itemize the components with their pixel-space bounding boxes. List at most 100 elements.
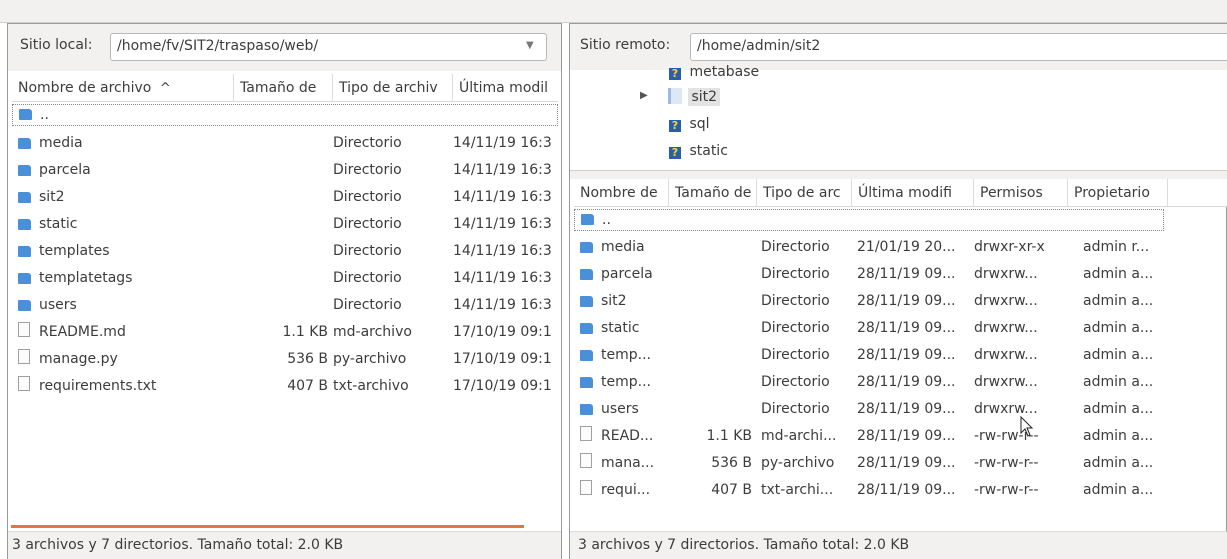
remote-file-row[interactable]: static Directorio 28/11/19 09... drwxrw... a…: [574, 315, 1164, 342]
local-file-header: Nombre de archivo ^ Tamaño de Tipo de ar…: [12, 74, 558, 102]
file-modified: 28/11/19 09...: [857, 266, 956, 282]
file-name: users: [39, 297, 77, 313]
file-owner: admin a...: [1083, 401, 1154, 417]
local-col-type[interactable]: Tipo de archiv: [333, 74, 453, 102]
file-type: py-archivo: [761, 455, 835, 471]
file-permissions: drwxrw...: [974, 320, 1038, 336]
file-name: manage.py: [39, 351, 118, 367]
file-type: Directorio: [333, 270, 402, 286]
local-file-row[interactable]: parcela Directorio 14/11/19 16:3: [12, 157, 558, 184]
remote-col-owner[interactable]: Propietario: [1068, 179, 1168, 207]
tree-item-static[interactable]: ? static: [669, 138, 728, 165]
local-file-row[interactable]: static Directorio 14/11/19 16:3: [12, 211, 558, 238]
file-name: sit2: [39, 189, 65, 205]
file-type: Directorio: [761, 401, 830, 417]
file-modified: 17/10/19 09:1: [453, 378, 552, 394]
remote-file-row[interactable]: sit2 Directorio 28/11/19 09... drwxrw... adm…: [574, 288, 1164, 315]
file-owner: admin a...: [1083, 374, 1154, 390]
file-modified: 17/10/19 09:1: [453, 324, 552, 340]
file-modified: 28/11/19 09...: [857, 455, 956, 471]
local-site-label: Sitio local:: [20, 37, 93, 53]
remote-col-perms[interactable]: Permisos: [974, 179, 1068, 207]
file-type: Directorio: [761, 239, 830, 255]
file-name: temp...: [601, 374, 651, 390]
remote-file-row[interactable]: mana... 536 B py-archivo 28/11/19 09... -rw-…: [574, 450, 1164, 477]
remote-path-input[interactable]: /home/admin/sit2: [690, 33, 1227, 61]
file-size: 1.1 KB: [282, 324, 329, 340]
tree-item-sql[interactable]: ? sql: [669, 111, 710, 138]
tree-item-sit2[interactable]: sit2: [668, 84, 721, 111]
remote-status-text: 3 archivos y 7 directorios. Tamaño total…: [578, 537, 910, 553]
file-modified: 28/11/19 09...: [857, 428, 956, 444]
file-modified: 21/01/19 20...: [857, 239, 956, 255]
remote-file-row[interactable]: users Directorio 28/11/19 09... drwxrw... ad…: [574, 396, 1164, 423]
remote-file-row[interactable]: READ... 1.1 KB md-archi... 28/11/19 09... -r…: [574, 423, 1164, 450]
file-modified: 14/11/19 16:3: [453, 162, 552, 178]
file-owner: admin a...: [1083, 347, 1154, 363]
remote-file-row[interactable]: parcela Directorio 28/11/19 09... drwxrw...…: [574, 261, 1164, 288]
folder-icon: [18, 246, 31, 257]
file-permissions: drwxrw...: [974, 266, 1038, 282]
remote-file-row[interactable]: media Directorio 21/01/19 20... drwxr-xr-x a…: [574, 234, 1164, 261]
folder-icon: [580, 242, 593, 253]
local-file-row[interactable]: templatetags Directorio 14/11/19 16:3: [12, 265, 558, 292]
remote-col-modified[interactable]: Última modifi: [852, 179, 974, 207]
remote-file-row[interactable]: temp... Directorio 28/11/19 09... drwxrw...…: [574, 342, 1164, 369]
remote-col-type[interactable]: Tipo de arc: [757, 179, 852, 207]
remote-col-name[interactable]: Nombre de: [574, 179, 669, 207]
local-file-row[interactable]: requirements.txt 407 B txt-archivo 17/10/19…: [12, 373, 558, 400]
top-splitter[interactable]: [0, 0, 1227, 23]
local-col-modified[interactable]: Última modil: [453, 74, 558, 102]
file-type: Directorio: [761, 347, 830, 363]
folder-icon: [580, 377, 593, 388]
local-file-row[interactable]: media Directorio 14/11/19 16:3: [12, 130, 558, 157]
remote-file-row[interactable]: temp... Directorio 28/11/19 09... drwxrw...…: [574, 369, 1164, 396]
file-owner: admin r...: [1083, 239, 1150, 255]
file-modified: 28/11/19 09...: [857, 320, 956, 336]
file-size: 1.1 KB: [706, 428, 753, 444]
file-name: parcela: [601, 266, 653, 282]
remote-file-row[interactable]: ..: [574, 209, 1164, 231]
remote-tree-splitter[interactable]: [570, 171, 1227, 179]
tree-item-label: sql: [689, 116, 710, 132]
local-col-name[interactable]: Nombre de archivo ^: [12, 74, 234, 102]
file-modified: 14/11/19 16:3: [453, 297, 552, 313]
local-file-row[interactable]: manage.py 536 B py-archivo 17/10/19 09:1: [12, 346, 558, 373]
mouse-cursor-icon: [1020, 416, 1034, 437]
file-modified: 14/11/19 16:3: [453, 270, 552, 286]
file-modified: 14/11/19 16:3: [453, 135, 552, 151]
folder-icon: [581, 214, 594, 225]
local-path-input[interactable]: /home/fv/SIT2/traspaso/web/: [110, 33, 547, 61]
file-permissions: drwxrw...: [974, 293, 1038, 309]
folder-icon: [580, 404, 593, 415]
file-name: requi...: [601, 482, 651, 498]
file-name: mana...: [601, 455, 655, 471]
expand-arrow-icon[interactable]: ▶: [640, 90, 648, 101]
file-permissions: drwxrw...: [974, 347, 1038, 363]
file-size: 407 B: [711, 482, 752, 498]
local-status-text: 3 archivos y 7 directorios. Tamaño total…: [12, 537, 344, 553]
file-name: templates: [39, 243, 110, 259]
local-file-row[interactable]: users Directorio 14/11/19 16:3: [12, 292, 558, 319]
local-file-row[interactable]: ..: [12, 104, 558, 126]
remote-file-row[interactable]: requi... 407 B txt-archi... 28/11/19 09... -…: [574, 477, 1164, 504]
remote-col-size[interactable]: Tamaño de: [669, 179, 757, 207]
unknown-folder-icon: ?: [669, 120, 681, 132]
file-modified: 28/11/19 09...: [857, 401, 956, 417]
local-file-row[interactable]: sit2 Directorio 14/11/19 16:3: [12, 184, 558, 211]
file-type: Directorio: [333, 189, 402, 205]
file-type: py-archivo: [333, 351, 407, 367]
local-path-dropdown-icon[interactable]: ▼: [526, 40, 534, 51]
file-name: sit2: [601, 293, 627, 309]
folder-icon: [18, 273, 31, 284]
file-permissions: -rw-rw-r--: [974, 455, 1039, 471]
tree-item-metabase[interactable]: ? metabase: [669, 62, 759, 82]
file-type: Directorio: [333, 135, 402, 151]
local-file-row[interactable]: README.md 1.1 KB md-archivo 17/10/19 09:1: [12, 319, 558, 346]
file-type: txt-archi...: [761, 482, 834, 498]
file-icon: [18, 322, 30, 337]
local-col-size[interactable]: Tamaño de: [234, 74, 333, 102]
local-file-row[interactable]: templates Directorio 14/11/19 16:3: [12, 238, 558, 265]
folder-icon: [580, 323, 593, 334]
file-type: Directorio: [333, 216, 402, 232]
